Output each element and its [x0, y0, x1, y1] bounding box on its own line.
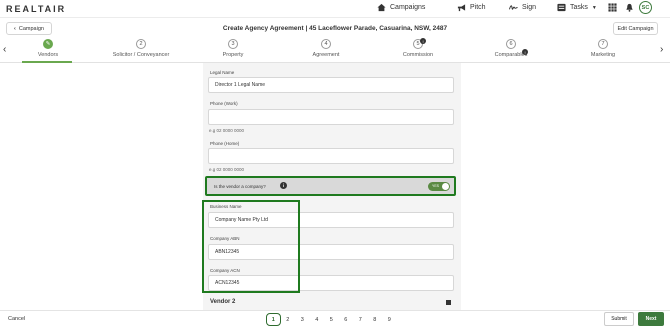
top-nav: REALTAIR Campaigns Pitch Sign Tasks ▼ SC — [0, 0, 670, 18]
step-solicitor[interactable]: 2 Solicitor / Conveyancer — [101, 39, 181, 58]
page-button[interactable]: 3 — [295, 313, 310, 326]
step-label: Solicitor / Conveyancer — [112, 52, 170, 58]
avatar[interactable]: SC — [639, 1, 652, 14]
phone-home-label: Phone (Home) — [210, 141, 240, 146]
step-marketing[interactable]: 7 Marketing — [563, 39, 643, 58]
warning-icon: ! — [522, 49, 528, 55]
realtair-logo[interactable]: REALTAIR — [6, 4, 66, 14]
info-icon[interactable]: i — [280, 182, 287, 189]
vendor-company-toggle-row: Is the vendor a company? i YES — [205, 176, 456, 196]
step-vendors[interactable]: ✎ Vendors — [8, 39, 88, 58]
step-label: Commission — [402, 52, 434, 58]
next-button[interactable]: Next — [638, 312, 664, 326]
step-property[interactable]: 3 Property — [193, 39, 273, 58]
page-button[interactable]: 4 — [310, 313, 325, 326]
notifications-button[interactable] — [625, 3, 634, 12]
page-button[interactable]: 8 — [368, 313, 383, 326]
tasks-icon — [557, 3, 566, 12]
step-comparables[interactable]: 6! Comparables — [471, 39, 551, 58]
step-agreement[interactable]: 4 Agreement — [286, 39, 366, 58]
nav-pitch[interactable]: Pitch — [457, 3, 486, 12]
step-number: 3 — [228, 39, 238, 49]
step-number: 2 — [136, 39, 146, 49]
grid-icon — [608, 3, 617, 12]
step-number: 6! — [506, 39, 528, 55]
edit-campaign-button[interactable]: Edit Campaign — [613, 22, 658, 35]
nav-tasks[interactable]: Tasks ▼ — [557, 3, 597, 12]
legal-name-field[interactable]: Director 1 Legal Name — [208, 77, 454, 93]
page-button[interactable]: 9 — [382, 313, 397, 326]
home-icon — [377, 3, 386, 12]
stepper-prev-arrow[interactable]: ‹ — [3, 44, 6, 55]
nav-sign[interactable]: Sign — [509, 3, 536, 12]
warning-icon: ! — [420, 38, 426, 44]
nav-pitch-label: Pitch — [470, 4, 486, 11]
bell-icon — [626, 3, 633, 12]
apps-grid-button[interactable] — [608, 3, 617, 12]
back-to-campaign-label: Campaign — [18, 25, 44, 32]
chevron-left-icon: ‹ — [14, 25, 16, 32]
pagination: 1 2 3 4 5 6 7 8 9 — [266, 313, 397, 326]
phone-work-field[interactable] — [208, 109, 454, 125]
submit-button[interactable]: Submit — [604, 312, 634, 326]
page-button[interactable]: 7 — [353, 313, 368, 326]
delete-vendor-icon[interactable] — [446, 300, 451, 305]
page-button[interactable]: 5 — [324, 313, 339, 326]
page-button[interactable]: 2 — [281, 313, 296, 326]
phone-home-hint: e.g 02 0000 0000 — [209, 167, 245, 172]
step-label: Property — [222, 52, 244, 58]
company-details-highlight — [202, 200, 300, 293]
step-label: Agreement — [312, 52, 340, 58]
nav-sign-label: Sign — [522, 4, 537, 11]
phone-work-label: Phone (Work) — [210, 101, 238, 106]
cancel-button[interactable]: Cancel — [8, 316, 25, 322]
step-number: 7 — [598, 39, 608, 49]
nav-tasks-label: Tasks — [570, 4, 588, 11]
back-to-campaign-button[interactable]: ‹ Campaign — [6, 22, 52, 35]
nav-campaigns-label: Campaigns — [390, 4, 426, 11]
chevron-down-icon: ▼ — [591, 4, 597, 11]
active-step-indicator — [22, 61, 72, 63]
page-button[interactable]: 1 — [266, 313, 281, 326]
step-label: Marketing — [590, 52, 616, 58]
signature-icon — [509, 5, 518, 10]
phone-work-hint: e.g 02 0000 0000 — [209, 128, 245, 133]
toggle-state-label: YES — [432, 184, 440, 188]
vendor-company-toggle[interactable]: YES — [428, 182, 450, 191]
vendor-2-heading: Vendor 2 — [210, 299, 236, 305]
step-number: 5! — [413, 38, 426, 49]
page-title: Create Agency Agreement | 45 Laceflower … — [222, 25, 448, 32]
step-commission[interactable]: 5! Commission — [378, 38, 458, 58]
pencil-icon: ✎ — [43, 39, 53, 49]
nav-campaigns[interactable]: Campaigns — [377, 3, 425, 12]
step-label: Vendors — [37, 52, 59, 58]
step-number: 4 — [321, 39, 331, 49]
legal-name-label: Legal Name — [210, 70, 235, 75]
page-button[interactable]: 6 — [339, 313, 354, 326]
megaphone-icon — [457, 4, 466, 12]
step-label: Comparables — [494, 52, 528, 58]
toggle-knob — [442, 183, 449, 190]
stepper-next-arrow[interactable]: › — [660, 44, 663, 55]
phone-home-field[interactable] — [208, 148, 454, 164]
vendor-company-question: Is the vendor a company? — [214, 184, 266, 189]
